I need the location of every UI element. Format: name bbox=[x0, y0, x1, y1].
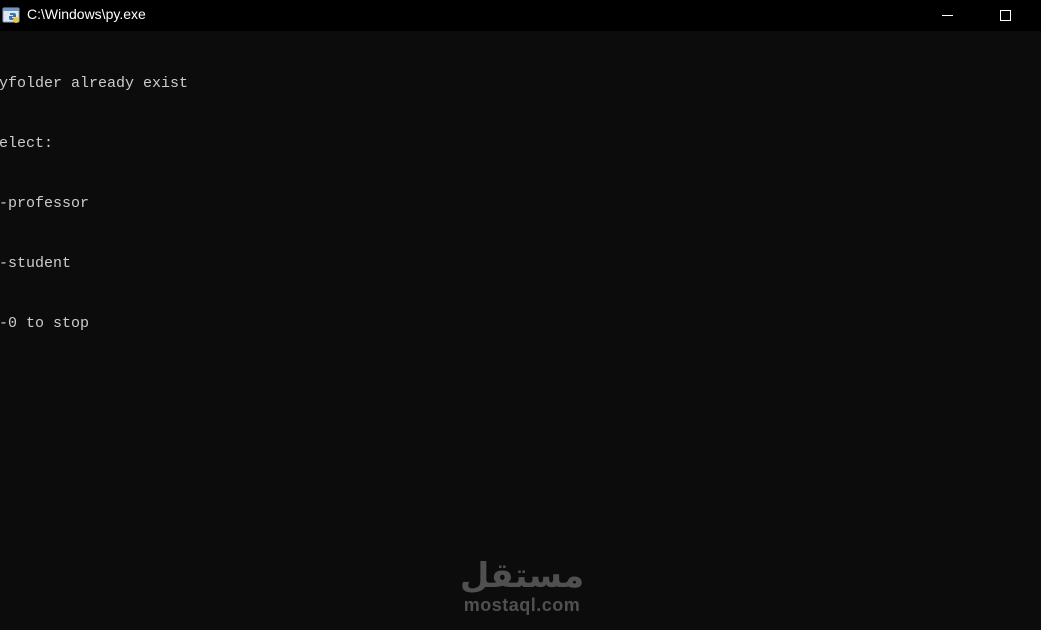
console-window: C:\Windows\py.exe myfolder already exist… bbox=[0, 0, 1041, 630]
maximize-icon bbox=[999, 10, 1011, 21]
watermark-latin-text: mostaql.com bbox=[463, 595, 581, 615]
mostaql-watermark: مستقل mostaql.com bbox=[452, 556, 592, 620]
watermark-arabic-text: مستقل bbox=[459, 556, 585, 596]
console-line: 1-professor bbox=[0, 195, 90, 212]
console-line: myfolder already exist bbox=[0, 75, 189, 92]
console-line: 2-student bbox=[0, 255, 72, 272]
console-output[interactable]: myfolder already exist select: 1-profess… bbox=[0, 34, 188, 374]
minimize-button[interactable] bbox=[924, 0, 970, 31]
maximize-button[interactable] bbox=[982, 0, 1028, 31]
minimize-icon bbox=[941, 15, 953, 16]
console-line: 3-0 to stop bbox=[0, 315, 90, 332]
python-launcher-icon[interactable] bbox=[2, 5, 22, 25]
window-title: C:\Windows\py.exe bbox=[27, 6, 146, 22]
console-line: select: bbox=[0, 135, 54, 152]
title-bar[interactable]: C:\Windows\py.exe bbox=[0, 0, 1041, 31]
